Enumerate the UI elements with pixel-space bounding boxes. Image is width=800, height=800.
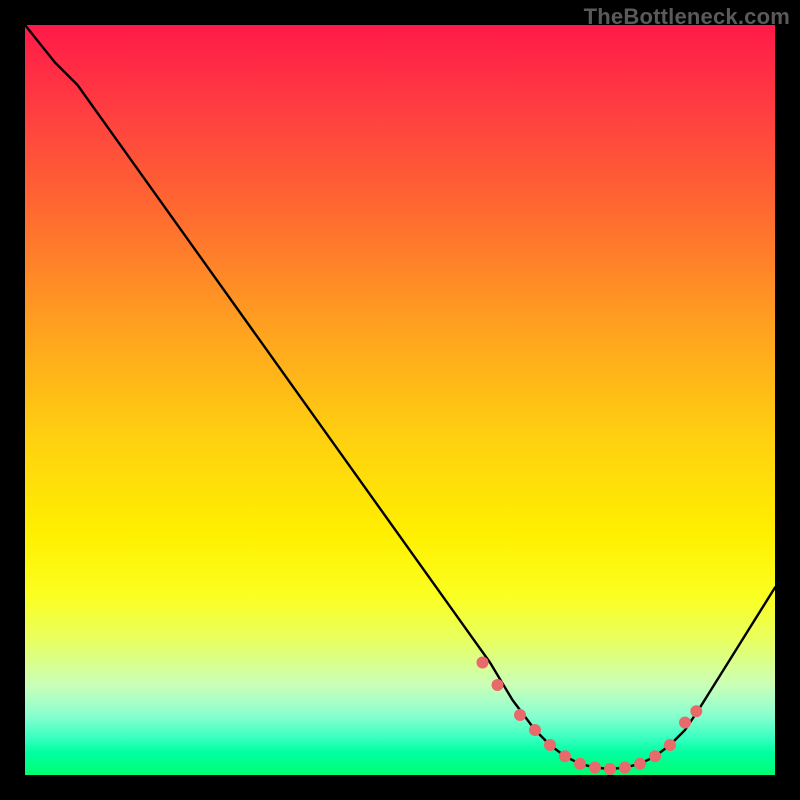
highlight-dot <box>477 657 489 669</box>
highlight-dot <box>649 750 661 762</box>
highlight-dot <box>574 758 586 770</box>
chart-overlay <box>25 25 775 775</box>
gradient-plot-area <box>25 25 775 775</box>
bottleneck-curve <box>25 25 775 769</box>
highlight-dot <box>544 739 556 751</box>
chart-frame: TheBottleneck.com <box>0 0 800 800</box>
highlight-dot <box>559 750 571 762</box>
highlight-dot <box>492 679 504 691</box>
highlight-dot <box>690 705 702 717</box>
highlight-dot <box>619 762 631 774</box>
highlight-dot <box>529 724 541 736</box>
highlight-dot <box>514 709 526 721</box>
highlight-dot <box>634 758 646 770</box>
watermark-text: TheBottleneck.com <box>584 4 790 30</box>
highlight-dots <box>477 657 703 776</box>
highlight-dot <box>604 763 616 775</box>
highlight-dot <box>679 717 691 729</box>
highlight-dot <box>664 739 676 751</box>
highlight-dot <box>589 762 601 774</box>
